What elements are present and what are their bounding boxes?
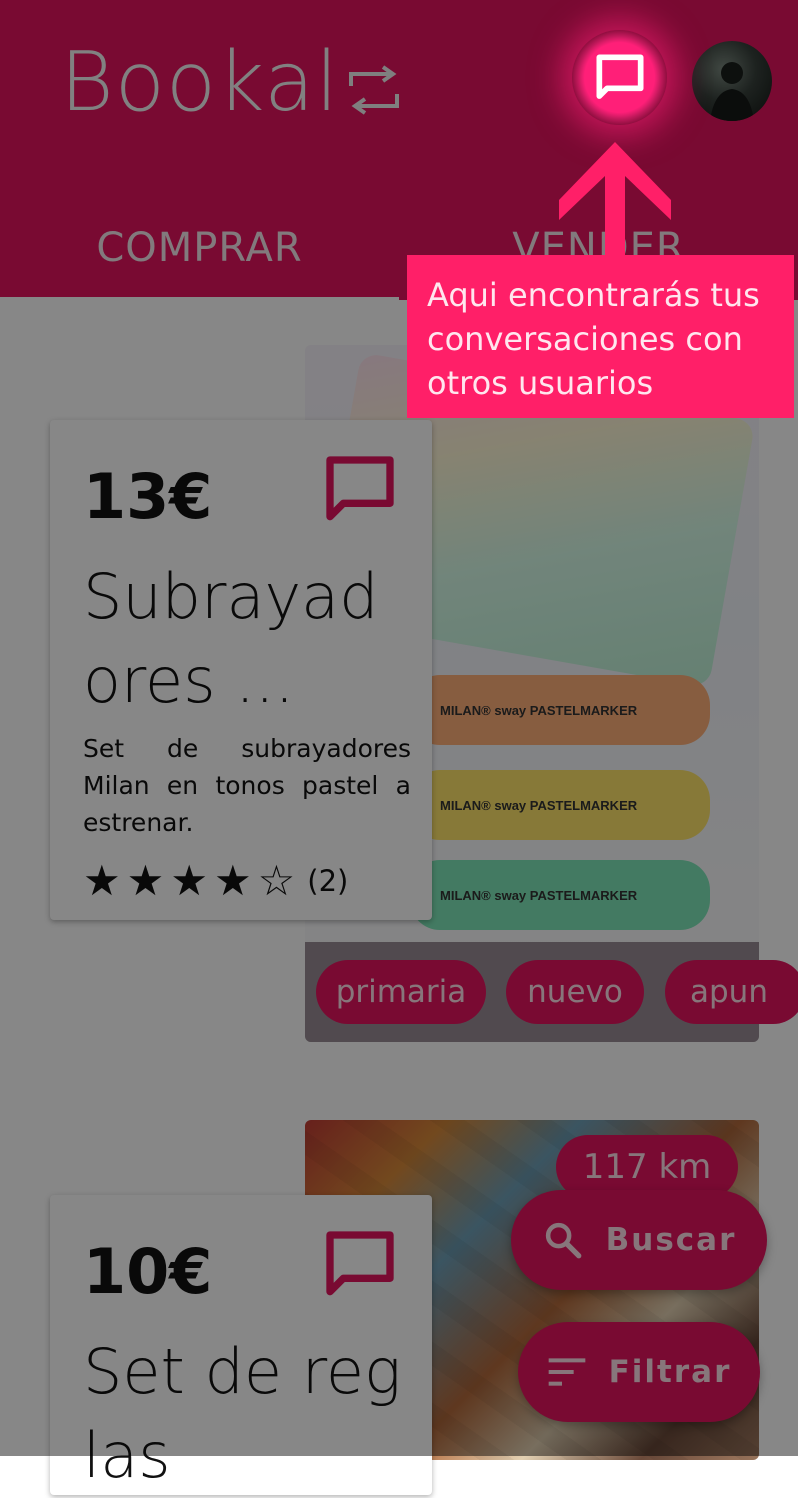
chat-bubble-icon[interactable] bbox=[320, 1225, 400, 1305]
filter-icon bbox=[548, 1358, 585, 1386]
rating-count: (2) bbox=[307, 864, 349, 898]
star-filled-icon: ★ bbox=[83, 856, 121, 905]
product-price: 10€ bbox=[83, 1235, 213, 1308]
tag-chip[interactable]: nuevo bbox=[506, 960, 644, 1024]
product-price: 13€ bbox=[83, 460, 213, 533]
product-description: Set de subrayadores Milan en tonos paste… bbox=[83, 734, 411, 837]
avatar-photo-icon bbox=[710, 62, 754, 121]
product-title: Set de reglas bbox=[83, 1335, 402, 1492]
product-rating: ★ ★ ★ ★ ☆ (2) bbox=[83, 860, 348, 902]
search-button-label: Buscar bbox=[605, 1222, 737, 1258]
tab-comprar[interactable]: COMPRAR bbox=[0, 225, 399, 271]
star-filled-icon: ★ bbox=[213, 856, 252, 905]
tag-chip[interactable]: apun bbox=[665, 960, 798, 1024]
arrow-up-icon bbox=[559, 142, 671, 265]
tutorial-tooltip: Aqui encontrarás tus conversaciones con … bbox=[407, 255, 794, 418]
marker-graphic: MILAN® sway PASTELMARKER bbox=[410, 675, 710, 745]
filter-button[interactable]: Filtrar bbox=[518, 1322, 760, 1422]
search-button[interactable]: Buscar bbox=[511, 1190, 767, 1290]
star-filled-icon: ★ bbox=[126, 856, 165, 905]
marker-graphic: MILAN® sway PASTELMARKER bbox=[410, 770, 710, 840]
highlighted-conversations-button[interactable] bbox=[572, 30, 667, 125]
star-filled-icon: ★ bbox=[170, 856, 208, 905]
product-title: Subrayadores ... bbox=[83, 560, 379, 717]
product-card[interactable]: 13€ Subrayadores ... Set de subrayadores… bbox=[50, 420, 432, 920]
swap-arrows-icon bbox=[349, 65, 400, 115]
chat-bubble-icon[interactable] bbox=[320, 450, 400, 530]
tag-chip[interactable]: primaria bbox=[316, 960, 486, 1024]
marker-graphic: MILAN® sway PASTELMARKER bbox=[410, 860, 710, 930]
chat-bubble-icon bbox=[595, 53, 644, 99]
product-card[interactable]: 10€ Set de reglas bbox=[50, 1195, 432, 1495]
filter-button-label: Filtrar bbox=[608, 1354, 732, 1390]
app-logo: Bookal bbox=[60, 38, 403, 128]
logo-text: Bookal bbox=[60, 35, 340, 130]
star-empty-icon: ☆ bbox=[257, 856, 296, 905]
user-avatar[interactable] bbox=[692, 41, 772, 121]
search-icon bbox=[545, 1222, 581, 1259]
